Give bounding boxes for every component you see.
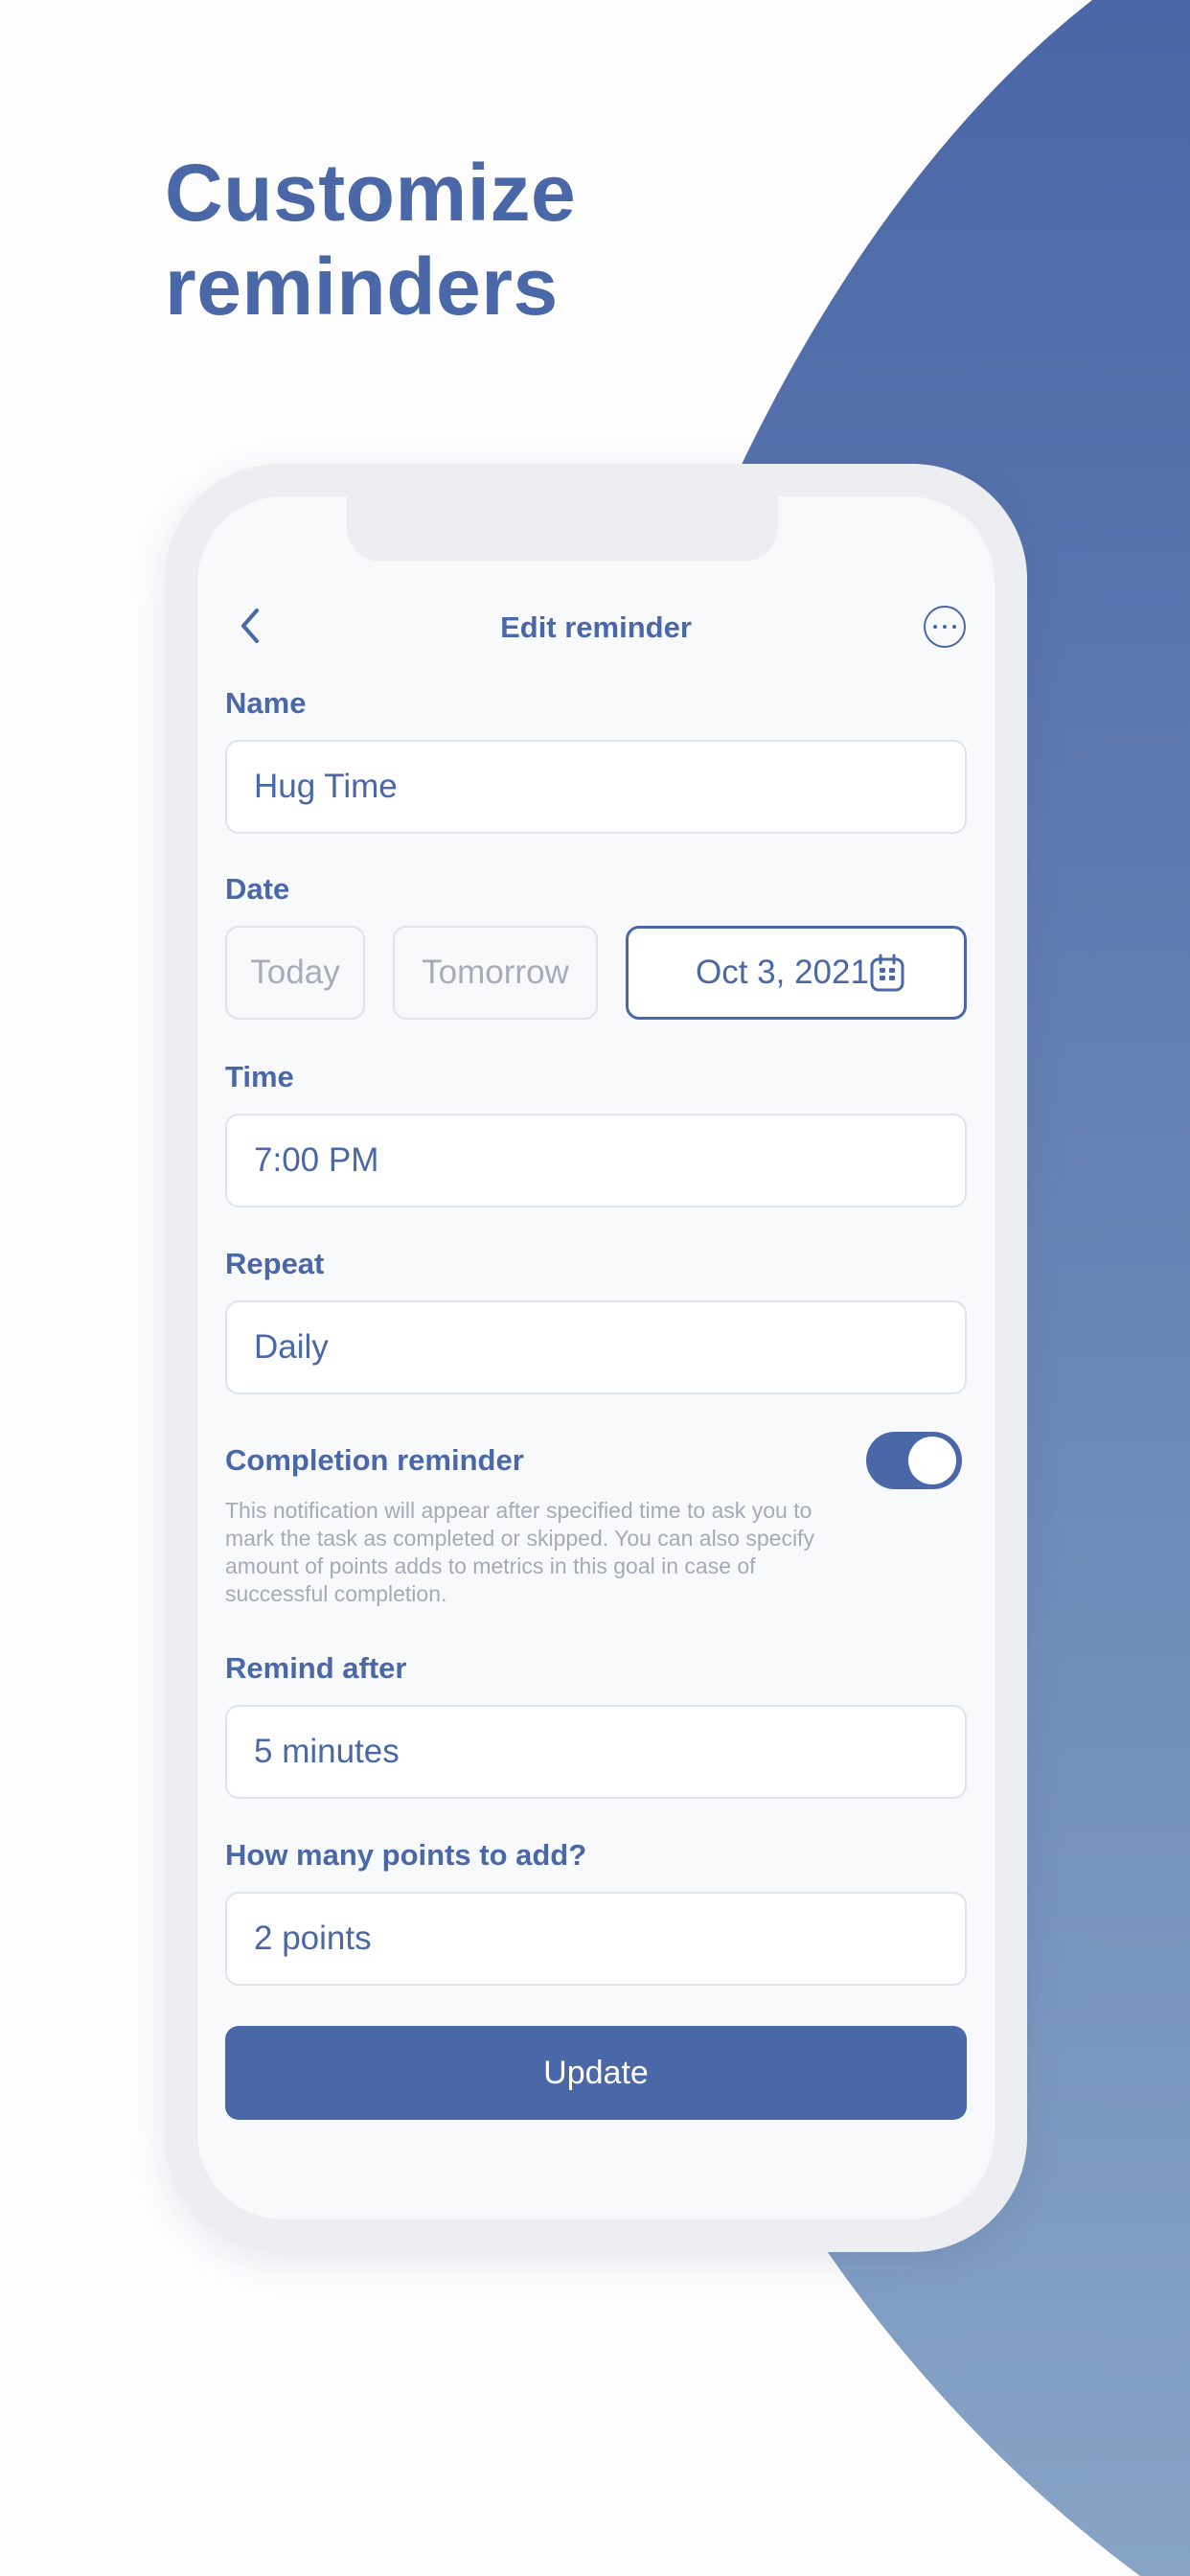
remind-after-field[interactable]: 5 minutes bbox=[225, 1705, 967, 1799]
back-button[interactable] bbox=[230, 602, 268, 650]
date-label: Date bbox=[225, 872, 290, 906]
more-options-button[interactable] bbox=[924, 606, 966, 648]
completion-reminder-label: Completion reminder bbox=[225, 1443, 524, 1477]
date-option-selected[interactable]: Oct 3, 2021 bbox=[626, 926, 967, 1020]
page-headline: Customize reminders bbox=[165, 146, 576, 334]
chevron-left-icon bbox=[241, 609, 259, 643]
completion-reminder-toggle[interactable] bbox=[866, 1432, 962, 1489]
completion-helper-text: This notification will appear after spec… bbox=[225, 1498, 814, 1606]
screen-title: Edit reminder bbox=[500, 610, 692, 644]
time-field[interactable]: 7:00 PM bbox=[225, 1114, 967, 1208]
name-field[interactable]: Hug Time bbox=[225, 740, 967, 834]
points-field[interactable]: 2 points bbox=[225, 1892, 967, 1986]
calendar-icon bbox=[870, 954, 904, 992]
date-option-tomorrow[interactable]: Tomorrow bbox=[393, 926, 598, 1020]
update-button[interactable]: Update bbox=[225, 2026, 967, 2120]
repeat-label: Repeat bbox=[225, 1247, 325, 1280]
name-label: Name bbox=[225, 686, 307, 720]
headline-line-2: reminders bbox=[165, 242, 559, 332]
more-horizontal-icon bbox=[930, 625, 959, 629]
selected-date-text: Oct 3, 2021 bbox=[696, 954, 869, 991]
date-option-today[interactable]: Today bbox=[225, 926, 365, 1020]
phone-notch bbox=[347, 496, 778, 562]
remind-after-label: Remind after bbox=[225, 1651, 407, 1685]
headline-line-1: Customize bbox=[165, 148, 577, 238]
toggle-knob bbox=[908, 1437, 956, 1484]
points-label: How many points to add? bbox=[225, 1838, 587, 1872]
time-label: Time bbox=[225, 1060, 294, 1093]
repeat-field[interactable]: Daily bbox=[225, 1300, 967, 1394]
